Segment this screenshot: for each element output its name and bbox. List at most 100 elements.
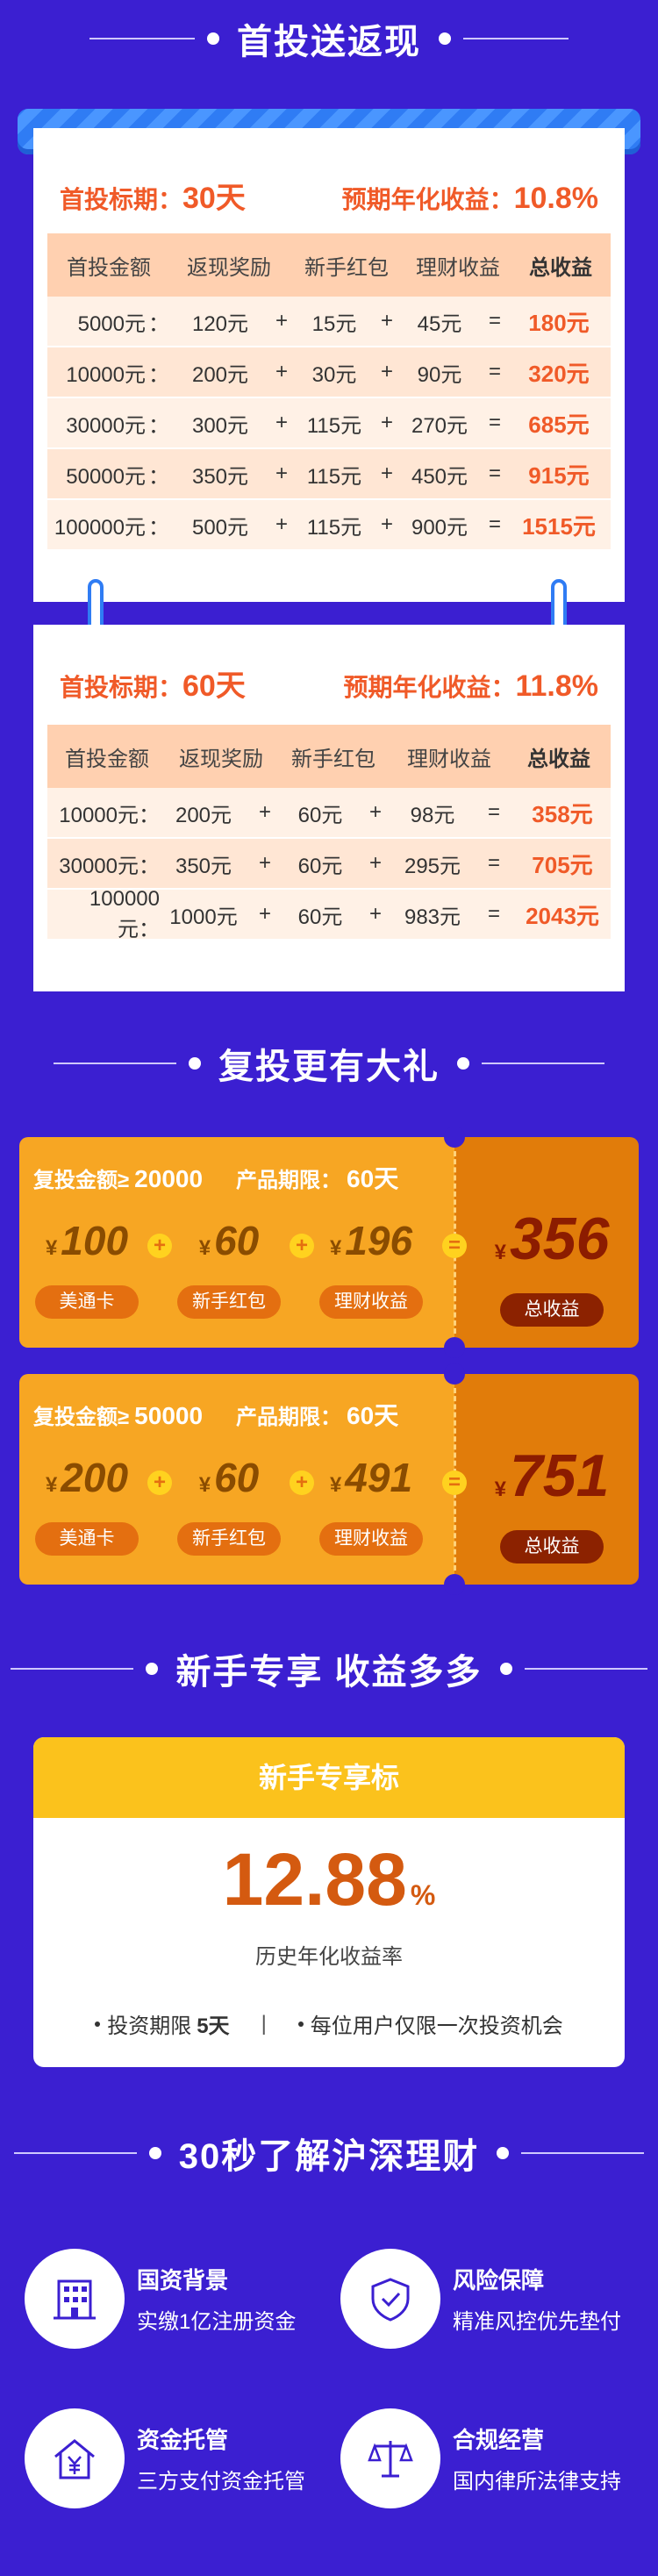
feature-custody: 资金托管 三方支付资金托管 bbox=[25, 2406, 323, 2511]
header-cell: 返现奖励 bbox=[187, 255, 271, 280]
period-label: 产品期限： bbox=[236, 1169, 342, 1192]
header-cell: 首投金额 bbox=[65, 747, 149, 771]
reward-label: 新手红包 bbox=[177, 1522, 281, 1556]
yen-icon: ¥ bbox=[494, 1241, 506, 1264]
term-label: 首投标期： bbox=[60, 674, 183, 701]
plus-sep: + bbox=[368, 902, 382, 926]
plus-icon: + bbox=[147, 1470, 172, 1495]
cell-cashback: 120元 bbox=[191, 311, 249, 336]
feature-desc: 国内律所法律支持 bbox=[453, 2470, 621, 2494]
reward-item: ¥60 新手红包 bbox=[172, 1214, 286, 1319]
table-row: 100000元： 1000元 +60元 +983元 = 2043元 bbox=[47, 887, 611, 941]
section-title-about: 30秒了解沪深理财 bbox=[0, 2123, 658, 2183]
table-row: 10000元： 200元 +30元 +90元 = 320元 bbox=[47, 347, 611, 398]
total-amount: ¥356 bbox=[477, 1206, 626, 1286]
plus-icon: + bbox=[290, 1470, 314, 1495]
section-title-text: 复投更有大礼 bbox=[218, 1048, 440, 1086]
cell-amount: 10000元 bbox=[66, 362, 146, 387]
feature-title: 合规经营 bbox=[453, 2427, 545, 2453]
cell-cashback: 350元 bbox=[175, 854, 232, 878]
header-cell: 新手红包 bbox=[291, 747, 375, 771]
reward-value: 60 bbox=[214, 1455, 260, 1500]
colon-sep: ： bbox=[148, 362, 169, 387]
cell-income: 98元 bbox=[410, 803, 455, 827]
reward-label: 理财收益 bbox=[319, 1522, 423, 1556]
reward-label: 美通卡 bbox=[35, 1285, 139, 1319]
cell-income: 90元 bbox=[417, 362, 462, 387]
yen-icon: ¥ bbox=[198, 1473, 211, 1497]
coupon-condition: 复投金额≥ 50000 产品期限： 60天 bbox=[33, 1397, 432, 1432]
title-line-left bbox=[13, 2152, 137, 2154]
cell-cashback: 1000元 bbox=[169, 905, 238, 929]
title-line-right bbox=[524, 1668, 647, 1670]
total-value: 356 bbox=[509, 1206, 610, 1272]
coupon-notch-top bbox=[444, 1127, 465, 1148]
equals-icon: = bbox=[442, 1234, 467, 1258]
cond-value: 20000 bbox=[134, 1165, 204, 1192]
header-cell: 总收益 bbox=[527, 747, 590, 771]
eq-sep: = bbox=[488, 512, 501, 536]
plus-sep: + bbox=[258, 800, 271, 824]
cell-amount: 10000元： bbox=[59, 803, 160, 827]
plan-table: 首投金额 返现奖励 新手红包 理财收益 总收益 10000元： 200元 +60元 +… bbox=[47, 725, 611, 941]
cell-income: 45元 bbox=[417, 311, 462, 336]
feature-title: 国资背景 bbox=[137, 2267, 229, 2293]
title-line-right bbox=[482, 1063, 604, 1064]
eq-sep: = bbox=[487, 800, 500, 824]
eq-sep: = bbox=[487, 902, 500, 926]
reward-value: 100 bbox=[61, 1218, 129, 1263]
feature-desc: 实缴1亿注册资金 bbox=[137, 2310, 297, 2334]
yen-icon: ¥ bbox=[329, 1236, 342, 1260]
cell-total: 705元 bbox=[532, 851, 593, 878]
cell-income: 295元 bbox=[404, 854, 461, 878]
rate-label: 预期年化收益： bbox=[341, 186, 514, 213]
reinvest-coupon[interactable]: 复投金额≥ 20000 产品期限： 60天 ¥100 美通卡 ¥60 新手红包 ¥196 理财收益… bbox=[19, 1127, 639, 1358]
cell-amount: 100000元 bbox=[54, 515, 146, 540]
table-header: 首投金额 返现奖励 新手红包 理财收益 总收益 bbox=[47, 725, 611, 788]
cell-bonus: 15元 bbox=[311, 311, 357, 336]
cell-total: 915元 bbox=[528, 462, 590, 489]
cell-total: 320元 bbox=[528, 360, 590, 387]
reward-value: 491 bbox=[345, 1455, 413, 1500]
reward-amount: ¥200 bbox=[30, 1451, 144, 1512]
term-value: 30天 bbox=[182, 182, 246, 215]
header-cell: 理财收益 bbox=[416, 255, 500, 280]
coupon-total: ¥751 总收益 bbox=[477, 1442, 626, 1563]
newbie-terms: 投资期限 5天 | 每位用户仅限一次投资机会 bbox=[33, 2008, 625, 2039]
period-value: 60天 bbox=[347, 1165, 399, 1192]
newbie-rate-pct: % bbox=[410, 1879, 436, 1911]
plus-sep: + bbox=[368, 800, 382, 824]
table-row: 50000元： 350元 +115元 +450元 = 915元 bbox=[47, 449, 611, 500]
title-line-left bbox=[54, 1063, 176, 1064]
plus-icon: + bbox=[147, 1234, 172, 1258]
cell-bonus: 115元 bbox=[306, 515, 362, 540]
title-line-left bbox=[11, 1668, 134, 1670]
plus-icon: + bbox=[290, 1234, 314, 1258]
newbie-card[interactable]: 新手专享标 12.88% 历史年化收益率 投资期限 5天 | 每位用户仅限一次投… bbox=[33, 1737, 625, 2067]
cell-cashback: 350元 bbox=[191, 464, 249, 489]
plus-sep: + bbox=[275, 411, 288, 434]
house-yen-icon bbox=[25, 2408, 125, 2508]
cell-amount: 30000元 bbox=[66, 413, 146, 438]
eq-sep: = bbox=[488, 462, 501, 485]
cell-total: 358元 bbox=[532, 800, 593, 827]
colon-sep: ： bbox=[148, 413, 169, 438]
header-cell: 理财收益 bbox=[407, 747, 491, 771]
yen-icon: ¥ bbox=[198, 1236, 211, 1260]
section-title-text: 30秒了解沪深理财 bbox=[178, 2137, 480, 2176]
title-dot-right bbox=[497, 2147, 510, 2159]
cell-cashback: 500元 bbox=[191, 515, 249, 540]
table-row: 100000元： 500元 +115元 +900元 = 1515元 bbox=[47, 500, 611, 551]
plus-sep: + bbox=[275, 512, 288, 536]
table-row: 10000元： 200元 +60元 +98元 = 358元 bbox=[47, 788, 611, 839]
total-label: 总收益 bbox=[500, 1530, 604, 1563]
reward-label: 美通卡 bbox=[35, 1522, 139, 1556]
building-icon bbox=[25, 2249, 125, 2349]
cell-bonus: 60元 bbox=[297, 803, 343, 827]
title-dot-left bbox=[146, 1663, 159, 1675]
reward-value: 60 bbox=[214, 1218, 260, 1263]
cell-amount: 5000元 bbox=[77, 311, 146, 336]
reinvest-coupon[interactable]: 复投金额≥ 50000 产品期限： 60天 ¥200 美通卡 ¥60 新手红包 ¥491 理财收益… bbox=[19, 1363, 639, 1595]
feature-title: 资金托管 bbox=[137, 2427, 229, 2453]
reward-item: ¥60 新手红包 bbox=[172, 1451, 286, 1556]
